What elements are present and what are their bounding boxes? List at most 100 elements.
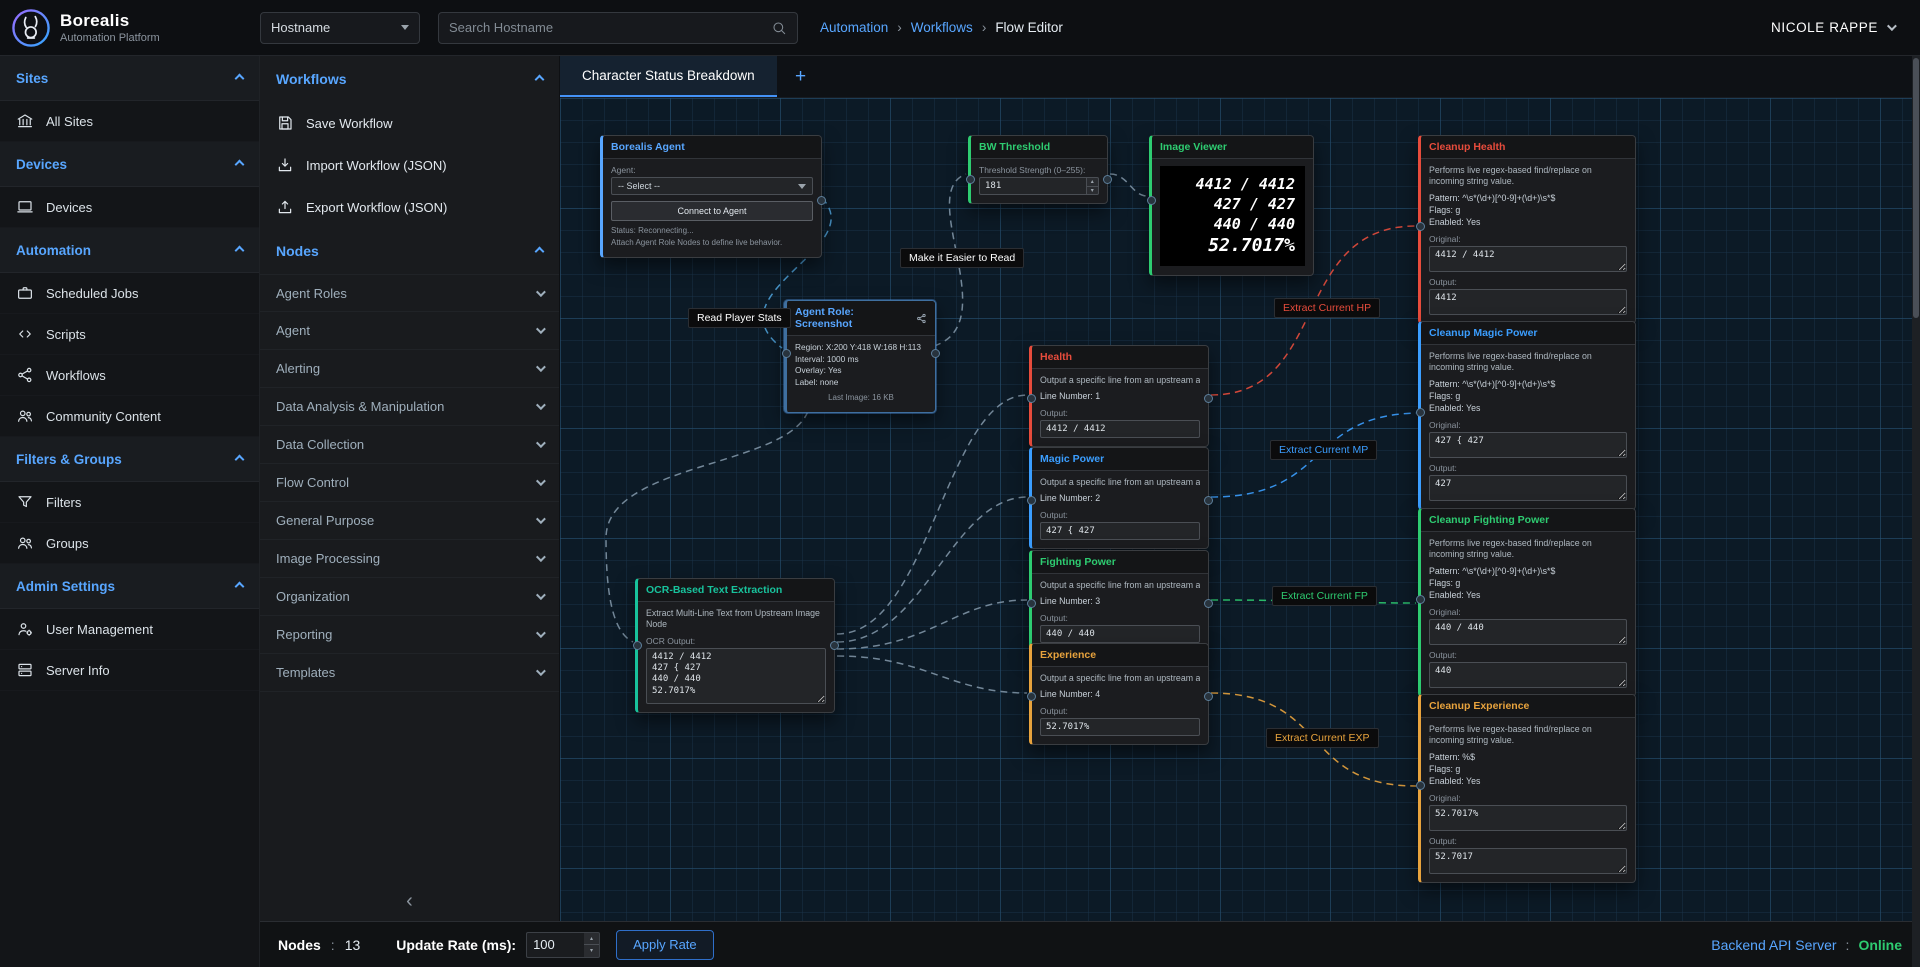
original-textarea[interactable]: 4412 / 4412 — [1429, 246, 1627, 272]
input-port[interactable] — [782, 349, 791, 358]
output-port[interactable] — [1204, 496, 1213, 505]
node-cleanup-fighting-power[interactable]: Cleanup Fighting Power Performs live reg… — [1418, 508, 1636, 697]
input-port[interactable] — [1416, 222, 1425, 231]
input-port[interactable] — [1416, 781, 1425, 790]
input-port[interactable] — [1147, 196, 1156, 205]
input-port[interactable] — [1027, 496, 1036, 505]
ocr-output-textarea[interactable]: 4412 / 4412 427 { 427 440 / 440 52.7017% — [646, 648, 826, 704]
sidebar-section-devices[interactable]: Devices — [0, 142, 259, 187]
sidebar-item-community-content[interactable]: Community Content — [0, 396, 259, 437]
input-port[interactable] — [1027, 599, 1036, 608]
breadcrumb-automation[interactable]: Automation — [820, 20, 888, 35]
edge-label-make-easier-to-read[interactable]: Make it Easier to Read — [900, 248, 1024, 268]
edge-label-extract-current-mp[interactable]: Extract Current MP — [1270, 440, 1377, 460]
node-fighting-power[interactable]: Fighting Power Output a specific line fr… — [1029, 550, 1209, 652]
node-magic-power[interactable]: Magic Power Output a specific line from … — [1029, 447, 1209, 549]
sidebar-section-sites[interactable]: Sites — [0, 56, 259, 101]
edge-label-extract-current-fp[interactable]: Extract Current FP — [1272, 586, 1377, 606]
user-menu[interactable]: NICOLE RAPPE — [1771, 20, 1894, 35]
sidebar-item-groups[interactable]: Groups — [0, 523, 259, 564]
output-port[interactable] — [830, 641, 839, 650]
output-port[interactable] — [817, 196, 826, 205]
input-port[interactable] — [1027, 692, 1036, 701]
node-bw-threshold[interactable]: BW Threshold Threshold Strength (0–255):… — [968, 135, 1108, 204]
panel-section-nodes[interactable]: Nodes — [260, 228, 559, 274]
sidebar-section-admin[interactable]: Admin Settings — [0, 564, 259, 609]
apply-rate-button[interactable]: Apply Rate — [616, 930, 714, 960]
node-ocr-extraction[interactable]: OCR-Based Text Extraction Extract Multi-… — [635, 578, 835, 713]
input-port[interactable] — [633, 641, 642, 650]
import-workflow-button[interactable]: Import Workflow (JSON) — [260, 144, 559, 186]
output-textarea[interactable]: 4412 — [1429, 289, 1627, 315]
node-cleanup-magic-power[interactable]: Cleanup Magic Power Performs live regex-… — [1418, 321, 1636, 510]
node-borealis-agent[interactable]: Borealis Agent Agent: -- Select -- Conne… — [600, 135, 822, 258]
tab-character-status-breakdown[interactable]: Character Status Breakdown — [560, 56, 777, 97]
input-port[interactable] — [1416, 595, 1425, 604]
output-port[interactable] — [1204, 599, 1213, 608]
search-input[interactable] — [449, 20, 771, 35]
sidebar-item-devices[interactable]: Devices — [0, 187, 259, 228]
sidebar-section-filters-groups[interactable]: Filters & Groups — [0, 437, 259, 482]
export-workflow-button[interactable]: Export Workflow (JSON) — [260, 186, 559, 228]
node-category-data-collection[interactable]: Data Collection — [260, 426, 559, 464]
node-category-agent-roles[interactable]: Agent Roles — [260, 274, 559, 312]
output-textarea[interactable]: 440 — [1429, 662, 1627, 688]
sidebar-item-scripts[interactable]: Scripts — [0, 314, 259, 355]
page-scrollbar[interactable] — [1912, 56, 1920, 967]
original-textarea[interactable]: 440 / 440 — [1429, 619, 1627, 645]
node-category-data-analysis[interactable]: Data Analysis & Manipulation — [260, 388, 559, 426]
collapse-panel-button[interactable]: ‹ — [260, 881, 559, 921]
node-category-agent[interactable]: Agent — [260, 312, 559, 350]
input-port[interactable] — [966, 175, 975, 184]
output-port[interactable] — [1103, 175, 1112, 184]
hostname-dropdown[interactable]: Hostname — [260, 12, 420, 44]
share-icon[interactable] — [916, 313, 927, 324]
node-category-reporting[interactable]: Reporting — [260, 616, 559, 654]
line-output-input[interactable] — [1040, 522, 1200, 540]
node-cleanup-health[interactable]: Cleanup Health Performs live regex-based… — [1418, 135, 1636, 324]
output-port[interactable] — [931, 349, 940, 358]
node-health[interactable]: Health Output a specific line from an up… — [1029, 345, 1209, 447]
node-cleanup-experience[interactable]: Cleanup Experience Performs live regex-b… — [1418, 694, 1636, 883]
node-image-viewer[interactable]: Image Viewer 4412 / 4412 427 / 427 440 /… — [1149, 135, 1314, 276]
spinner-down[interactable]: ▾ — [584, 945, 599, 957]
agent-select[interactable]: -- Select -- — [611, 177, 813, 195]
spinner-down[interactable]: ▾ — [1087, 187, 1099, 195]
line-output-input[interactable] — [1040, 420, 1200, 438]
node-agent-role-screenshot[interactable]: Agent Role: Screenshot Region: X:200 Y:4… — [784, 300, 936, 413]
node-experience[interactable]: Experience Output a specific line from a… — [1029, 643, 1209, 745]
add-tab-button[interactable]: + — [777, 56, 825, 97]
flow-canvas[interactable]: Borealis Agent Agent: -- Select -- Conne… — [560, 98, 1920, 921]
output-port[interactable] — [1204, 692, 1213, 701]
node-category-alerting[interactable]: Alerting — [260, 350, 559, 388]
node-category-organization[interactable]: Organization — [260, 578, 559, 616]
node-category-general-purpose[interactable]: General Purpose — [260, 502, 559, 540]
original-textarea[interactable]: 427 { 427 — [1429, 432, 1627, 458]
spinner-up[interactable]: ▴ — [1087, 178, 1099, 187]
save-workflow-button[interactable]: Save Workflow — [260, 102, 559, 144]
spinner-up[interactable]: ▴ — [584, 933, 599, 946]
panel-section-workflows[interactable]: Workflows — [260, 56, 559, 102]
input-port[interactable] — [1027, 394, 1036, 403]
node-category-templates[interactable]: Templates — [260, 654, 559, 692]
output-textarea[interactable]: 52.7017 — [1429, 848, 1627, 874]
output-port[interactable] — [1204, 394, 1213, 403]
edge-label-read-player-stats[interactable]: Read Player Stats — [688, 308, 791, 328]
input-port[interactable] — [1416, 408, 1425, 417]
edge-label-extract-current-exp[interactable]: Extract Current EXP — [1266, 728, 1379, 748]
breadcrumb-workflows[interactable]: Workflows — [911, 20, 973, 35]
original-textarea[interactable]: 52.7017% — [1429, 805, 1627, 831]
sidebar-item-server-info[interactable]: Server Info — [0, 650, 259, 691]
connect-agent-button[interactable]: Connect to Agent — [611, 201, 813, 221]
sidebar-item-scheduled-jobs[interactable]: Scheduled Jobs — [0, 273, 259, 314]
edge-label-extract-current-hp[interactable]: Extract Current HP — [1274, 298, 1380, 318]
output-textarea[interactable]: 427 — [1429, 475, 1627, 501]
sidebar-section-automation[interactable]: Automation — [0, 228, 259, 273]
node-category-flow-control[interactable]: Flow Control — [260, 464, 559, 502]
line-output-input[interactable] — [1040, 718, 1200, 736]
update-rate-input[interactable] — [526, 932, 584, 958]
line-output-input[interactable] — [1040, 625, 1200, 643]
threshold-input[interactable] — [979, 177, 1087, 195]
sidebar-item-all-sites[interactable]: All Sites — [0, 101, 259, 142]
scrollbar-thumb[interactable] — [1913, 58, 1919, 318]
